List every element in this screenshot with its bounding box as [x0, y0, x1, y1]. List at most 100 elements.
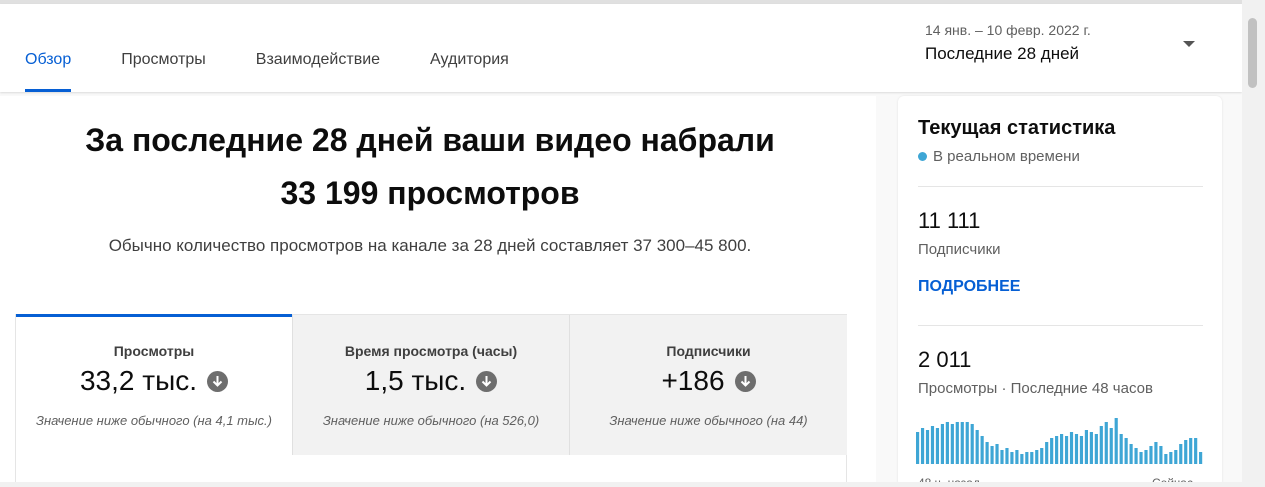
hourly-views-bar[interactable]: [1045, 442, 1049, 464]
hourly-views-bar[interactable]: [1164, 454, 1168, 464]
views-48h-label: Просмотры · Последние 48 часов: [918, 380, 1153, 397]
hourly-views-bar[interactable]: [935, 428, 940, 464]
hourly-views-bar[interactable]: [1084, 430, 1088, 464]
hourly-views-bar[interactable]: [1035, 450, 1039, 464]
hourly-views-bar[interactable]: [1179, 444, 1183, 464]
hourly-views-bar[interactable]: [1069, 432, 1074, 464]
metric-card-subscribers[interactable]: Подписчики +186 Значение ниже обычного (…: [570, 315, 847, 455]
hourly-views-bar[interactable]: [1030, 452, 1034, 464]
page-scrollbar[interactable]: [1242, 0, 1265, 487]
metric-card-views[interactable]: Просмотры 33,2 тыс. Значение ниже обычно…: [16, 314, 293, 455]
subscribers-count: 11 111: [918, 208, 981, 233]
hourly-views-bar[interactable]: [975, 430, 979, 464]
hourly-views-bar[interactable]: [1149, 446, 1153, 464]
hourly-views-bar[interactable]: [995, 444, 999, 464]
hourly-views-bar[interactable]: [970, 424, 974, 464]
caret-down-icon: [1183, 41, 1195, 47]
hourly-views-bar[interactable]: [985, 442, 989, 464]
hourly-views-bar[interactable]: [1144, 450, 1148, 464]
hourly-views-bar[interactable]: [1079, 436, 1084, 464]
hourly-views-bar[interactable]: [965, 422, 969, 464]
hourly-views-bar[interactable]: [945, 422, 949, 464]
metric-value: +186: [661, 365, 725, 396]
realtime-status-label: В реальном времени: [933, 148, 1080, 165]
hourly-views-bar-chart: [916, 418, 1203, 464]
hourly-views-bar[interactable]: [1194, 438, 1198, 464]
tab-audience[interactable]: Аудитория: [430, 4, 509, 92]
hourly-views-bar[interactable]: [960, 422, 964, 464]
tab-bar: Обзор Просмотры Взаимодействие Аудитория: [25, 4, 559, 92]
metric-title: Подписчики: [666, 343, 751, 359]
hourly-views-bar[interactable]: [1060, 434, 1064, 464]
hourly-views-bar[interactable]: [1134, 448, 1138, 464]
metric-title: Время просмотра (часы): [344, 343, 518, 359]
hourly-views-bar[interactable]: [1064, 436, 1069, 464]
hourly-views-bar[interactable]: [1074, 434, 1079, 464]
metric-title: Просмотры: [113, 343, 195, 359]
hourly-views-bar[interactable]: [980, 436, 984, 464]
tab-views[interactable]: Просмотры: [121, 4, 206, 92]
realtime-title: Текущая статистика: [918, 117, 1116, 139]
tab-label: Обзор: [25, 51, 72, 68]
divider: [918, 325, 1203, 326]
hourly-views-bar[interactable]: [1050, 438, 1054, 464]
metric-card-watch-time[interactable]: Время просмотра (часы) 1,5 тыс. Значение…: [293, 315, 570, 455]
hourly-views-bar[interactable]: [1169, 452, 1173, 464]
headline-line-1: За последние 28 дней ваши видео набрали: [85, 122, 775, 158]
tab-label: Аудитория: [430, 51, 509, 68]
date-range-selector[interactable]: 14 янв. – 10 февр. 2022 г. Последние 28 …: [925, 22, 1205, 72]
tab-label: Просмотры: [121, 51, 206, 68]
hourly-views-bar[interactable]: [1020, 454, 1024, 464]
hourly-views-bar[interactable]: [1119, 434, 1123, 464]
hourly-views-bar[interactable]: [916, 432, 920, 464]
arrow-down-circle-icon: [476, 370, 498, 392]
hourly-views-bar[interactable]: [1109, 428, 1113, 464]
hourly-views-bar[interactable]: [1015, 450, 1019, 464]
hourly-views-bar[interactable]: [920, 428, 925, 464]
tab-engagement[interactable]: Взаимодействие: [256, 4, 380, 92]
hourly-views-bar[interactable]: [1040, 448, 1044, 464]
hourly-views-bar[interactable]: [1159, 446, 1163, 464]
subscribers-label: Подписчики: [918, 241, 1001, 258]
realtime-status: В реальном времени: [918, 148, 1080, 165]
metric-value: 33,2 тыс.: [79, 365, 197, 396]
hourly-views-bar[interactable]: [1094, 434, 1098, 464]
hourly-views-bar[interactable]: [950, 424, 954, 464]
see-more-link[interactable]: ПОДРОБНЕЕ: [918, 278, 1020, 296]
hourly-views-bar[interactable]: [1154, 442, 1158, 464]
hourly-views-bar[interactable]: [955, 422, 959, 464]
date-period-label: Последние 28 дней: [925, 44, 1080, 63]
hourly-views-bar[interactable]: [1199, 452, 1203, 464]
hourly-views-bar[interactable]: [1055, 436, 1059, 464]
hourly-views-bar[interactable]: [1189, 438, 1193, 464]
hourly-views-bar[interactable]: [1174, 450, 1178, 464]
hourly-views-bar[interactable]: [930, 426, 935, 464]
hourly-views-bar[interactable]: [1139, 452, 1143, 464]
scrollbar-thumb[interactable]: [1248, 18, 1257, 88]
metric-note: Значение ниже обычного (на 4,1 тыс.): [35, 413, 273, 428]
metric-value: 1,5 тыс.: [364, 365, 467, 396]
hourly-views-bar[interactable]: [1114, 418, 1118, 464]
hourly-views-bar[interactable]: [1104, 422, 1108, 464]
hourly-views-bar[interactable]: [1124, 438, 1128, 464]
hourly-views-bar[interactable]: [1129, 444, 1133, 464]
hourly-views-bar[interactable]: [925, 430, 930, 464]
typical-views-text: Обычно количество просмотров на канале з…: [108, 236, 752, 255]
arrow-down-circle-icon: [207, 370, 228, 392]
tab-overview[interactable]: Обзор: [25, 4, 72, 92]
hourly-views-bar[interactable]: [1005, 448, 1009, 464]
overview-main-panel: За последние 28 дней ваши видео набрали …: [0, 96, 876, 487]
metric-note: Значение ниже обычного (на 44): [609, 413, 808, 428]
hourly-views-bar[interactable]: [1184, 440, 1188, 464]
hourly-views-bar[interactable]: [1000, 450, 1004, 464]
metric-cards: Просмотры 33,2 тыс. Значение ниже обычно…: [15, 314, 847, 487]
hourly-views-bar[interactable]: [1089, 432, 1093, 464]
metric-value-row: 1,5 тыс.: [293, 365, 569, 397]
hourly-views-bar[interactable]: [1099, 426, 1103, 464]
hourly-views-bar[interactable]: [990, 446, 994, 464]
hourly-views-bar[interactable]: [1010, 452, 1014, 464]
analytics-header: Обзор Просмотры Взаимодействие Аудитория…: [0, 4, 1242, 92]
hourly-views-bar[interactable]: [1025, 452, 1029, 464]
summary-headline: За последние 28 дней ваши видео набрали …: [0, 114, 860, 220]
hourly-views-bar[interactable]: [940, 424, 944, 464]
